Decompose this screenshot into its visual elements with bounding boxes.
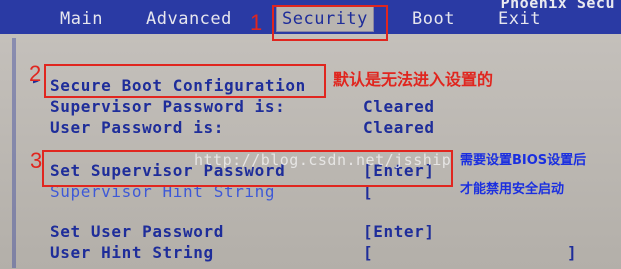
annotation-note-line-1: 需要设置BIOS设置后 bbox=[460, 153, 587, 168]
annotation-box-security-tab bbox=[272, 5, 388, 41]
user-password-status-value: Cleared bbox=[363, 118, 435, 137]
annotation-number-3: 3 bbox=[30, 148, 43, 173]
user-hint-string-value[interactable]: [ bbox=[363, 243, 373, 262]
tab-boot[interactable]: Boot bbox=[406, 6, 461, 32]
annotation-box-secure-boot bbox=[44, 64, 326, 98]
supervisor-password-status-label: Supervisor Password is: bbox=[50, 97, 286, 116]
annotation-number-2: 2 bbox=[29, 61, 42, 86]
set-user-password-value[interactable]: [Enter] bbox=[363, 222, 435, 241]
annotation-number-1: 1 bbox=[250, 10, 263, 35]
set-user-password-item[interactable]: Set User Password bbox=[50, 222, 224, 241]
annotation-box-set-supervisor-password bbox=[42, 150, 453, 187]
annotation-note-line-2: 才能禁用安全启动 bbox=[460, 182, 565, 197]
user-hint-string-item[interactable]: User Hint String bbox=[50, 243, 214, 262]
panel-border bbox=[12, 38, 16, 268]
supervisor-password-status-value: Cleared bbox=[363, 97, 435, 116]
tab-advanced[interactable]: Advanced bbox=[140, 6, 238, 32]
annotation-note-secure-boot: 默认是无法进入设置的 bbox=[333, 70, 494, 89]
tab-main[interactable]: Main bbox=[54, 6, 109, 32]
user-password-status-label: User Password is: bbox=[50, 118, 224, 137]
tab-exit[interactable]: Exit bbox=[492, 6, 547, 32]
user-hint-string-end: ] bbox=[567, 243, 577, 262]
